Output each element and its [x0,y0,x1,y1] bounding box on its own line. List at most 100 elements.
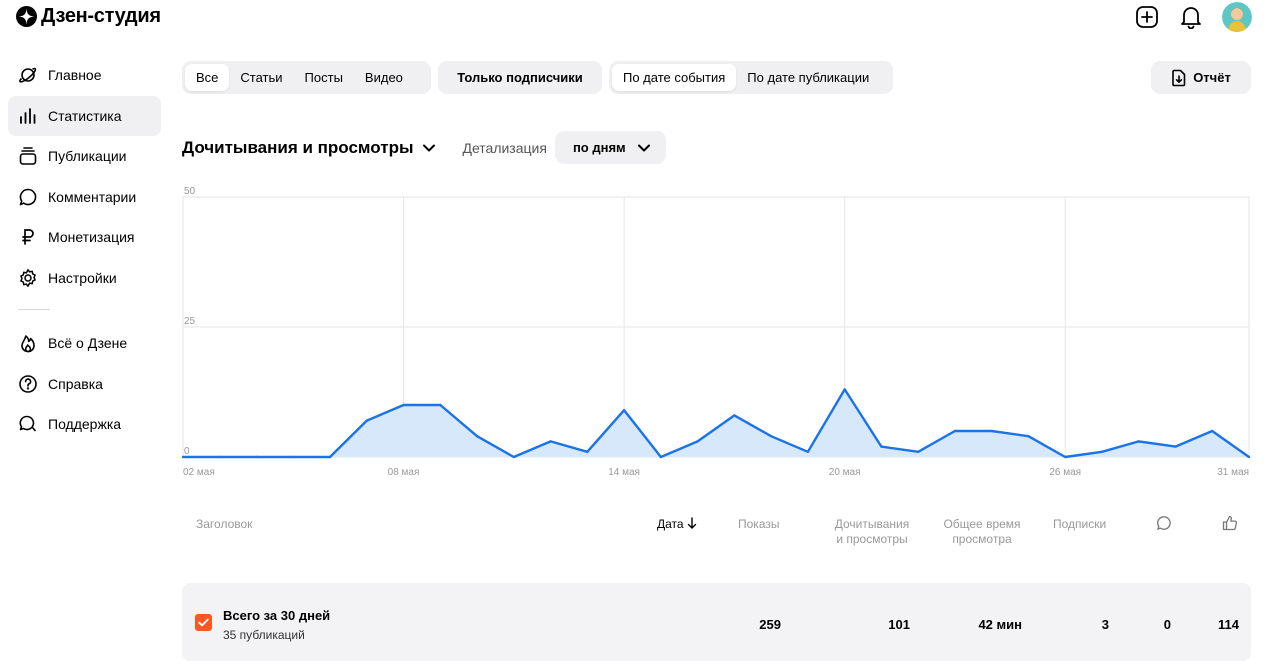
sidebar-item-label: Справка [48,375,103,392]
detail-label: Детализация [462,139,547,156]
total-comments: 0 [1163,617,1171,632]
report-button[interactable]: Отчёт [1151,61,1251,94]
tab-by-publication-date[interactable]: По дате публикации [736,64,880,91]
col-title[interactable]: Заголовок [196,517,252,532]
chart-svg: 0 25 50 02 мая 08 мая 14 мая 20 мая 26 мая 31 ма… [182,186,1251,478]
x-tick-label: 26 мая [1049,467,1081,478]
data-point [255,455,258,459]
total-row[interactable]: Всего за 30 дней 35 публикаций 259 101 4… [182,583,1251,661]
x-tick-label: 02 мая [183,467,215,478]
date-mode-tabs: По дате события По дате публикации [609,61,893,94]
metric-label: Дочитывания и просмотры [182,137,414,157]
gear-icon [18,268,38,288]
sidebar-item-statistics[interactable]: Статистика [8,95,161,136]
tab-video[interactable]: Видео [354,64,414,91]
y-tick-label: 25 [184,316,196,327]
col-reads[interactable]: Дочитывания и просмотры [827,517,917,547]
data-point [843,388,846,391]
data-point [1247,455,1251,459]
report-file-icon [1172,69,1186,86]
data-point [880,445,883,448]
col-comments[interactable] [1156,515,1172,535]
data-point [475,435,479,438]
sidebar-item-label: Статистика [48,107,122,124]
data-point [512,455,516,459]
sidebar-item-comments[interactable]: Комментарии [8,177,161,217]
bell-icon [1181,7,1201,29]
planet-icon [18,65,38,85]
col-time-line2: просмотра [952,532,1012,546]
subscribers-only-toggle[interactable]: Только подписчики [438,61,602,94]
data-point [402,403,405,407]
data-point [622,409,626,412]
sidebar-item-main[interactable]: Главное [8,55,161,95]
sidebar-item-label: Всё о Дзене [48,334,128,351]
tab-posts[interactable]: Посты [294,64,354,91]
x-tick-label: 20 мая [829,467,861,478]
col-subs[interactable]: Подписки [1053,517,1106,532]
check-icon [198,618,209,627]
data-point [292,455,295,459]
thumbs-up-icon [1222,515,1238,531]
tab-articles[interactable]: Статьи [229,64,293,91]
data-point [218,455,221,459]
content-type-tabs: Все Статьи Посты Видео [182,61,431,94]
plus-square-icon [1136,6,1158,28]
data-point [696,440,699,443]
notifications-button[interactable] [1178,4,1204,30]
chat-icon [18,414,38,434]
data-point [953,429,957,433]
total-shows: 259 [759,617,781,632]
sidebar-divider [18,308,50,310]
total-checkbox[interactable] [195,614,212,631]
zen-logo-icon [16,6,37,27]
tab-all[interactable]: Все [185,64,230,91]
sidebar-item-support[interactable]: Поддержка [8,404,161,444]
data-point [733,414,736,417]
col-likes[interactable] [1222,515,1238,535]
metric-row: Дочитывания и просмотры Детализация по д… [182,131,666,164]
chevron-down-icon [423,144,436,151]
total-likes: 114 [1218,617,1239,632]
sidebar-item-monetization[interactable]: Монетизация [8,217,161,257]
sidebar-item-label: Настройки [48,269,117,286]
data-point [365,419,368,422]
metric-dropdown[interactable]: Дочитывания и просмотры [182,138,437,158]
stack-icon [18,146,38,166]
sidebar-item-label: Комментарии [48,188,137,205]
logo[interactable]: Дзен-студия [16,5,161,28]
detail-dropdown[interactable]: по дням [554,131,666,164]
brand-name: Дзен-студия [41,5,161,27]
data-point [549,440,552,443]
arrow-down-icon [687,517,696,529]
total-time: 42 мин [978,617,1022,632]
data-point [586,450,589,453]
x-tick-label: 31 мая [1217,467,1249,478]
col-date[interactable]: Дата [657,517,697,532]
col-time[interactable]: Общее время просмотра [937,517,1027,547]
sidebar-item-help[interactable]: Справка [8,364,161,404]
data-point [328,455,332,459]
sidebar-item-publications[interactable]: Публикации [8,136,161,176]
user-avatar-icon [1222,2,1252,32]
col-time-line1: Общее время [943,517,1021,531]
sidebar-item-label: Главное [48,67,102,83]
data-point [990,429,993,433]
col-reads-line1: Дочитывания [834,517,910,531]
avatar[interactable] [1222,2,1252,32]
col-shows[interactable]: Показы [738,517,779,532]
create-button[interactable] [1134,4,1160,30]
table-header: Заголовок Дата Показы Дочитывания и прос… [182,515,1251,555]
series-area [183,389,1249,457]
sidebar-item-label: Монетизация [48,229,135,246]
col-reads-line2: и просмотры [836,532,908,546]
tab-by-event-date[interactable]: По дате события [612,64,737,91]
data-point [1211,429,1214,433]
col-date-label: Дата [657,517,684,531]
data-point [439,403,442,407]
question-icon [18,374,38,394]
sidebar-item-settings[interactable]: Настройки [8,258,161,298]
data-point [1174,445,1177,448]
ruble-icon [18,227,38,247]
sidebar-item-about-zen[interactable]: Всё о Дзене [8,323,161,363]
